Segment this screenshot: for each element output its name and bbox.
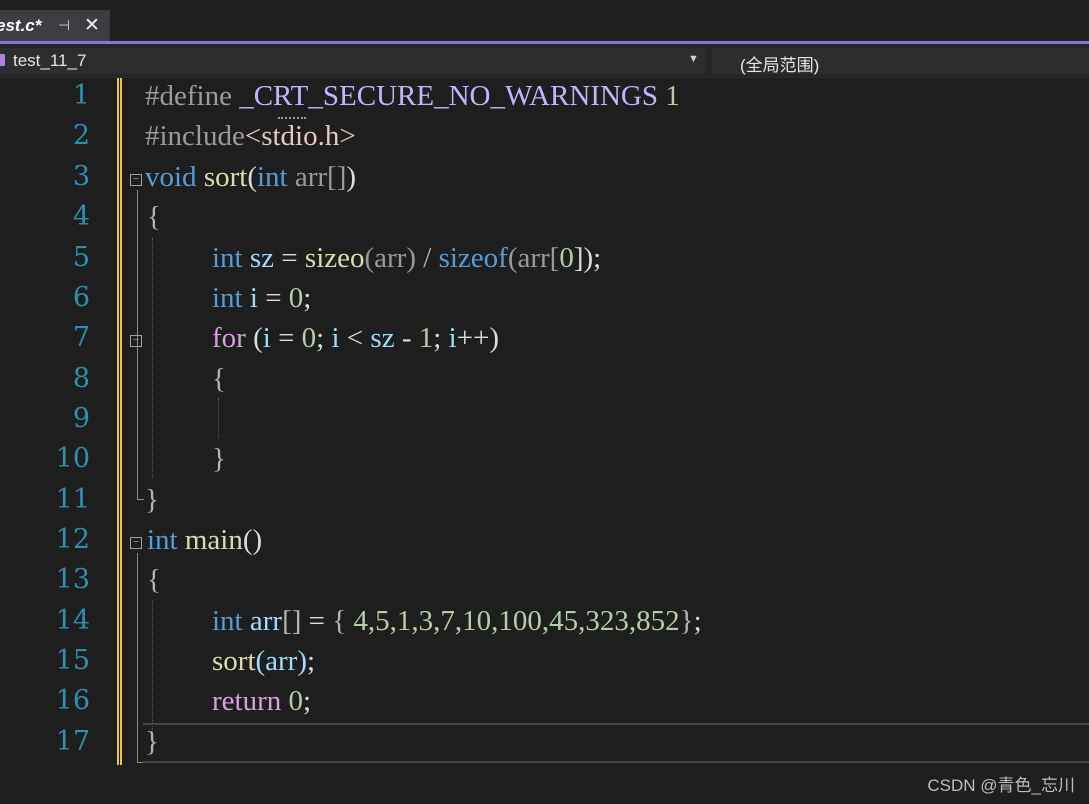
code-line: 9: [0, 401, 1089, 441]
document-tab[interactable]: est.c* ⊣ ✕: [0, 10, 110, 41]
chevron-down-icon[interactable]: ▼: [688, 53, 699, 65]
line-number: 5: [72, 242, 90, 273]
line-number: 9: [72, 403, 90, 434]
line-number: 14: [55, 605, 90, 636]
code-line: 15 sort(arr);: [0, 643, 1089, 683]
line-number: 10: [55, 443, 90, 474]
code-line: 14 int arr[] = { 4,5,1,3,7,10,100,45,323…: [0, 603, 1089, 643]
code-line: 8 {: [0, 361, 1089, 401]
code-line: 11 }: [0, 482, 1089, 522]
scope-label: (全局范围): [740, 56, 820, 75]
code-line: 10 }: [0, 441, 1089, 481]
line-number: 2: [72, 120, 90, 151]
line-number: 17: [55, 726, 90, 757]
code-line: 13 {: [0, 562, 1089, 602]
code-line: 6 int i = 0;: [0, 280, 1089, 320]
code-line: 1 #define _CRT_SECURE_NO_WARNINGS 1: [0, 78, 1089, 119]
code-line: 3 void sort(int arr[]): [0, 159, 1089, 199]
line-number: 6: [72, 282, 90, 313]
code-line: 12 int main(): [0, 522, 1089, 562]
line-number: 1: [72, 80, 90, 111]
line-number: 8: [72, 363, 90, 394]
document-tab-strip: est.c* ⊣ ✕: [0, 0, 1089, 41]
line-number: 12: [55, 524, 90, 555]
line-number: 13: [55, 564, 90, 595]
code-line: 16 return 0;: [0, 683, 1089, 723]
line-number: 3: [72, 161, 90, 192]
code-line: 17 }: [0, 724, 1089, 764]
code-line: 4 {: [0, 199, 1089, 239]
project-name: test_11_7: [13, 51, 87, 70]
watermark: CSDN @青色_忘川: [927, 776, 1075, 795]
line-number: 15: [55, 645, 90, 676]
code-line: 2 #include<stdio.h>: [0, 118, 1089, 158]
line-number: 16: [55, 685, 90, 716]
navigation-bar: test_11_7 ▼ (全局范围): [0, 44, 1089, 78]
close-icon[interactable]: ✕: [84, 14, 100, 37]
line-number: 7: [72, 322, 90, 353]
code-line: 5 int sz = sizeo(arr) / sizeof(arr[0]);: [0, 240, 1089, 280]
line-number: 11: [55, 484, 90, 515]
project-icon: [0, 54, 5, 66]
project-dropdown[interactable]: test_11_7 ▼: [0, 48, 706, 74]
code-editor[interactable]: − − − 1 #define _CRT_SECURE_NO_WARNINGS …: [0, 78, 1089, 804]
code-line: 7 for (i = 0; i < sz - 1; i++): [0, 320, 1089, 360]
scope-dropdown[interactable]: (全局范围): [712, 48, 1089, 75]
tab-title[interactable]: est.c*: [0, 16, 41, 36]
pin-icon[interactable]: ⊣: [58, 17, 70, 34]
line-number: 4: [72, 201, 90, 232]
